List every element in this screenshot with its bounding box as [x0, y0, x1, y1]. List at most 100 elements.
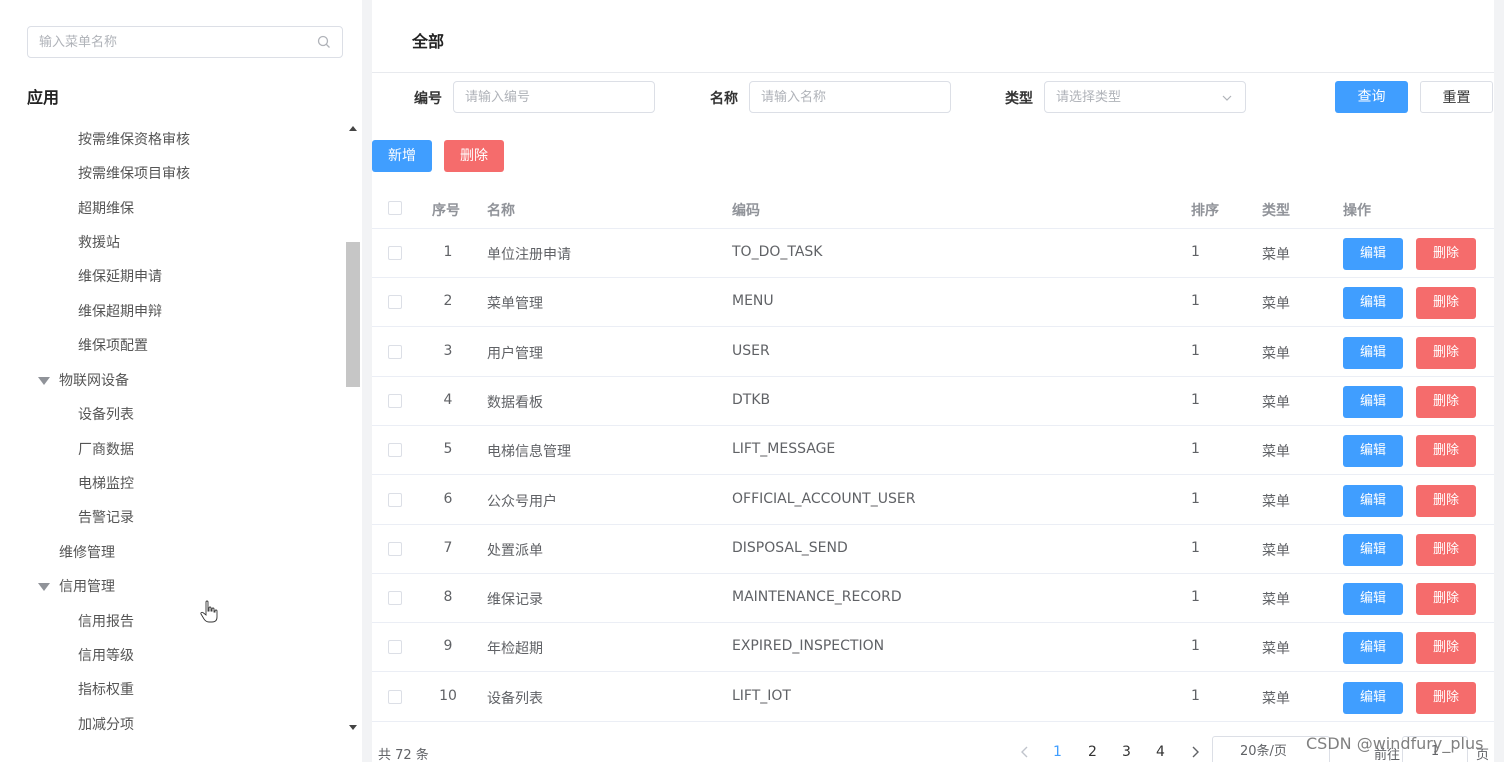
edit-button[interactable]: 编辑 [1343, 484, 1403, 517]
tree-node[interactable]: 按需维保资格审核 [78, 123, 190, 157]
edit-button[interactable]: 编辑 [1343, 385, 1403, 418]
tree-node[interactable]: 设备列表 [78, 398, 134, 432]
row-index: 8 [443, 589, 453, 606]
tree-node-iot-devices[interactable]: 物联网设备 [38, 364, 129, 398]
batch-delete-button[interactable]: 删除 [444, 140, 504, 172]
tree-node-label: 指标权重 [78, 682, 134, 698]
row-delete-button[interactable]: 删除 [1416, 484, 1476, 517]
row-name: 电梯信息管理 [487, 444, 571, 461]
row-checkbox[interactable] [388, 443, 402, 458]
tree-node[interactable]: 加减分项 [78, 708, 134, 738]
tree-node-label: 信用管理 [59, 579, 115, 595]
type-select[interactable] [1044, 81, 1246, 113]
reset-button[interactable]: 重置 [1420, 81, 1493, 113]
page-title: 全部 [412, 32, 445, 51]
edit-button[interactable]: 编辑 [1343, 238, 1403, 270]
row-checkbox[interactable] [388, 246, 402, 260]
row-type: 菜单 [1262, 394, 1290, 411]
tree-node[interactable]: 维保项配置 [78, 329, 148, 363]
tree-node-label: 厂商数据 [78, 442, 134, 458]
row-delete-button[interactable]: 删除 [1416, 336, 1476, 369]
tree-node[interactable]: 告警记录 [78, 501, 134, 535]
table-row: 8 维保记录 MAINTENANCE_RECORD 1 菜单 编辑 删除 [372, 574, 1494, 624]
row-name: 维保记录 [487, 592, 543, 609]
tree-node[interactable]: 信用报告 [78, 605, 134, 639]
type-select-input[interactable] [1056, 82, 1226, 112]
tree-node[interactable]: 救援站 [78, 226, 120, 260]
table-header: 序号 名称 编码 排序 类型 操作 [372, 188, 1494, 229]
tree-node-label: 告警记录 [78, 510, 134, 526]
row-delete-button[interactable]: 删除 [1416, 435, 1476, 468]
edit-button[interactable]: 编辑 [1343, 287, 1403, 320]
menu-search-box[interactable] [27, 26, 343, 58]
tree-node-credit[interactable]: 信用管理 [38, 570, 115, 604]
name-filter-input[interactable] [761, 82, 931, 112]
header-name: 名称 [487, 203, 515, 219]
row-type: 菜单 [1262, 542, 1290, 559]
scrollbar-thumb[interactable] [346, 242, 360, 387]
edit-button[interactable]: 编辑 [1343, 533, 1403, 566]
row-delete-button[interactable]: 删除 [1416, 533, 1476, 566]
caret-down-icon[interactable] [37, 364, 51, 398]
row-index: 5 [443, 441, 453, 458]
tree-node[interactable]: 超期维保 [78, 192, 134, 226]
edit-button[interactable]: 编辑 [1343, 435, 1403, 468]
row-index: 4 [443, 391, 453, 408]
row-delete-button[interactable]: 删除 [1416, 287, 1476, 320]
row-delete-button[interactable]: 删除 [1416, 385, 1476, 418]
row-checkbox[interactable] [388, 640, 402, 655]
row-code: LIFT_MESSAGE [732, 441, 836, 458]
code-filter-box[interactable] [453, 81, 655, 113]
total-count: 共 72 条 [378, 748, 429, 762]
menu-search-input[interactable] [39, 27, 309, 57]
page-1[interactable]: 1 [1053, 744, 1062, 760]
tree-node[interactable]: 信用等级 [78, 639, 134, 673]
row-name: 处置派单 [487, 542, 543, 559]
scroll-down-icon[interactable] [348, 722, 358, 732]
scroll-up-icon[interactable] [348, 124, 358, 134]
tree-node-label: 超期维保 [78, 201, 134, 217]
tree-node[interactable]: 指标权重 [78, 673, 134, 707]
edit-button[interactable]: 编辑 [1343, 583, 1403, 616]
row-delete-button[interactable]: 删除 [1416, 583, 1476, 616]
add-button[interactable]: 新增 [372, 140, 432, 172]
edit-button[interactable]: 编辑 [1343, 681, 1403, 714]
search-icon[interactable] [317, 35, 331, 49]
tree-scrollbar[interactable] [345, 120, 360, 738]
page-3[interactable]: 3 [1122, 744, 1131, 760]
edit-button[interactable]: 编辑 [1343, 632, 1403, 665]
row-checkbox[interactable] [388, 591, 402, 606]
tree-node-repair[interactable]: 维修管理 [59, 536, 115, 570]
row-type: 菜单 [1262, 345, 1290, 362]
caret-down-icon[interactable] [37, 570, 51, 604]
next-page-icon[interactable] [1190, 746, 1200, 758]
row-delete-button[interactable]: 删除 [1416, 238, 1476, 270]
tree-node[interactable]: 维保延期申请 [78, 260, 162, 294]
row-checkbox[interactable] [388, 295, 402, 310]
select-all-checkbox[interactable] [388, 201, 402, 215]
page-2[interactable]: 2 [1088, 744, 1097, 760]
tree-node[interactable]: 按需维保项目审核 [78, 157, 190, 191]
name-filter-box[interactable] [749, 81, 951, 113]
tree-node[interactable]: 厂商数据 [78, 433, 134, 467]
row-checkbox[interactable] [388, 492, 402, 507]
prev-page-icon[interactable] [1020, 746, 1030, 758]
row-type: 菜单 [1262, 444, 1290, 461]
query-button[interactable]: 查询 [1335, 81, 1408, 113]
tree-node[interactable]: 电梯监控 [78, 467, 134, 501]
row-sort: 1 [1191, 293, 1200, 310]
row-checkbox[interactable] [388, 541, 402, 556]
page-4[interactable]: 4 [1156, 744, 1165, 760]
tree-node-label: 维保超期申辩 [78, 304, 162, 320]
code-filter-input[interactable] [465, 82, 635, 112]
row-checkbox[interactable] [388, 393, 402, 408]
row-delete-button[interactable]: 删除 [1416, 681, 1476, 714]
edit-button[interactable]: 编辑 [1343, 336, 1403, 369]
row-checkbox[interactable] [388, 344, 402, 359]
tree-node[interactable]: 维保超期申辩 [78, 295, 162, 329]
row-delete-button[interactable]: 删除 [1416, 632, 1476, 665]
header-operations: 操作 [1343, 203, 1371, 219]
header-index: 序号 [432, 203, 460, 219]
chevron-down-icon[interactable] [1221, 92, 1233, 104]
row-checkbox[interactable] [388, 689, 402, 704]
